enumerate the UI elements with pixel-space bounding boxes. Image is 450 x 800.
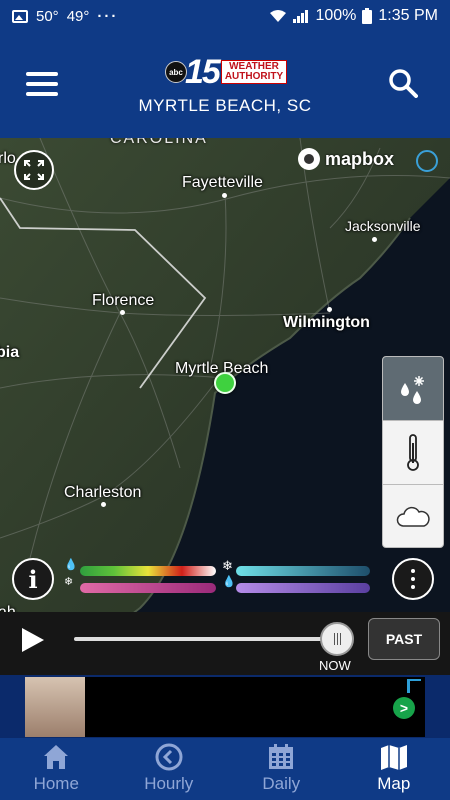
attribution-info-icon[interactable] xyxy=(416,150,438,172)
past-button[interactable]: PAST xyxy=(368,618,440,660)
mix-legend-icon: ❄ xyxy=(64,576,74,588)
mapbox-logo-icon xyxy=(298,148,320,170)
timeline-track[interactable] xyxy=(74,637,336,641)
state-label: CAROLINA xyxy=(110,138,208,147)
status-temp-current: 50° xyxy=(36,7,59,25)
nav-home[interactable]: Home xyxy=(0,738,113,800)
wifi-icon xyxy=(270,10,287,22)
city-label-wilmington: Wilmington xyxy=(283,314,370,331)
ice-legend-strip xyxy=(236,583,370,593)
layer-temperature-button[interactable] xyxy=(383,421,443,485)
ad-go-button[interactable]: > xyxy=(393,697,415,719)
mapbox-attribution: mapbox xyxy=(298,148,394,170)
calendar-icon xyxy=(269,744,294,769)
now-label: NOW xyxy=(319,658,351,673)
radar-timeline: NOW PAST xyxy=(0,612,450,675)
precip-legend: i 💧 ❄ ❄ 💧 xyxy=(0,558,450,608)
city-label-fayetteville: Fayetteville xyxy=(182,174,263,191)
banner-ad[interactable]: > xyxy=(25,677,425,737)
hamburger-menu-icon[interactable] xyxy=(26,72,58,96)
thermometer-icon xyxy=(407,433,419,471)
nav-daily-label: Daily xyxy=(262,774,301,793)
ice-legend-icon: 💧 xyxy=(222,576,236,588)
current-location-marker[interactable] xyxy=(214,372,236,394)
battery-icon xyxy=(362,8,373,24)
snow-legend-strip xyxy=(236,566,370,576)
abc-logo: abc xyxy=(165,61,187,83)
home-icon xyxy=(44,745,69,769)
city-marker-charleston xyxy=(101,502,106,507)
ad-body xyxy=(85,677,425,737)
play-button[interactable] xyxy=(22,628,44,652)
badge-line-2: AUTHORITY xyxy=(224,71,284,82)
nav-hourly-label: Hourly xyxy=(144,774,194,793)
status-bar: 50° 49° ··· 100% 1:35 PM xyxy=(0,0,450,32)
map-layer-selector xyxy=(382,356,444,548)
ad-image xyxy=(25,677,85,737)
station-logo: abc 15 WEATHER AUTHORITY xyxy=(165,52,288,91)
city-marker-jacksonville xyxy=(372,237,377,242)
mix-legend-strip xyxy=(80,583,216,593)
rain-legend-strip xyxy=(80,566,216,576)
fullscreen-icon xyxy=(24,160,44,180)
location-title: MYRTLE BEACH, SC xyxy=(138,96,312,115)
timeline-scrubber[interactable] xyxy=(320,622,354,656)
city-marker-fayetteville xyxy=(222,193,227,198)
adchoices-icon[interactable] xyxy=(407,679,421,693)
signal-icon xyxy=(293,10,309,23)
info-button[interactable]: i xyxy=(12,558,54,600)
rain-legend-icon: 💧 xyxy=(64,559,78,571)
city-label-charleston: Charleston xyxy=(64,484,142,501)
layer-precipitation-button[interactable] xyxy=(383,357,443,421)
weather-authority-badge: WEATHER AUTHORITY xyxy=(220,60,288,84)
clock-icon xyxy=(155,743,183,771)
rain-snow-icon xyxy=(401,375,424,404)
nav-map[interactable]: Map xyxy=(338,738,450,800)
expand-map-button[interactable] xyxy=(14,150,54,190)
snow-legend-icon: ❄ xyxy=(222,558,233,573)
cloud-icon xyxy=(396,506,430,527)
city-marker-florence xyxy=(120,310,125,315)
map-icon xyxy=(380,745,407,770)
status-time: 1:35 PM xyxy=(378,7,438,24)
bottom-nav: Home Hourly Daily Map xyxy=(0,738,450,800)
nav-daily[interactable]: Daily xyxy=(225,738,338,800)
nav-hourly[interactable]: Hourly xyxy=(113,738,226,800)
battery-percent: 100% xyxy=(315,7,357,24)
ad-container: > xyxy=(0,675,450,738)
city-label-partial-mid: bia xyxy=(0,344,20,361)
app-header: abc 15 WEATHER AUTHORITY MYRTLE BEACH, S… xyxy=(0,32,450,138)
status-temp-low: 49° xyxy=(66,7,90,25)
mapbox-label: mapbox xyxy=(325,148,395,169)
logo-number: 15 xyxy=(185,52,221,91)
nav-home-label: Home xyxy=(33,774,79,793)
layer-clouds-button[interactable] xyxy=(383,485,443,547)
more-notifications-icon: ··· xyxy=(97,7,119,25)
image-notification-icon xyxy=(12,9,28,23)
search-icon[interactable] xyxy=(388,68,418,98)
city-label-jacksonville: Jacksonville xyxy=(345,218,421,234)
radar-map[interactable]: CAROLINA rlo Fayetteville Jacksonville F… xyxy=(0,138,450,675)
nav-map-label: Map xyxy=(377,774,411,793)
city-marker-wilmington xyxy=(327,307,332,312)
city-label-florence: Florence xyxy=(92,292,155,309)
more-options-button[interactable] xyxy=(392,558,434,600)
